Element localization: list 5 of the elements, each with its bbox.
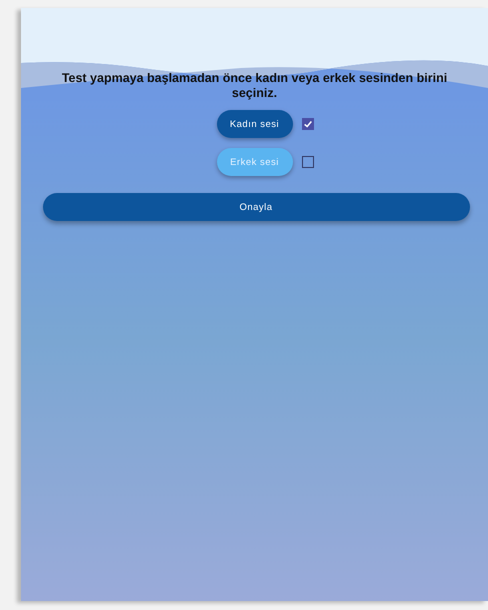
checkbox[interactable]	[302, 156, 314, 168]
instruction-text: Test yapmaya başlamadan önce kadın veya erkek sesinden birini seçiniz.	[60, 71, 448, 101]
voice-button[interactable]: Kadın sesi	[216, 110, 292, 138]
checkbox[interactable]	[302, 118, 314, 130]
confirm-button[interactable]: Onayla	[42, 193, 470, 221]
